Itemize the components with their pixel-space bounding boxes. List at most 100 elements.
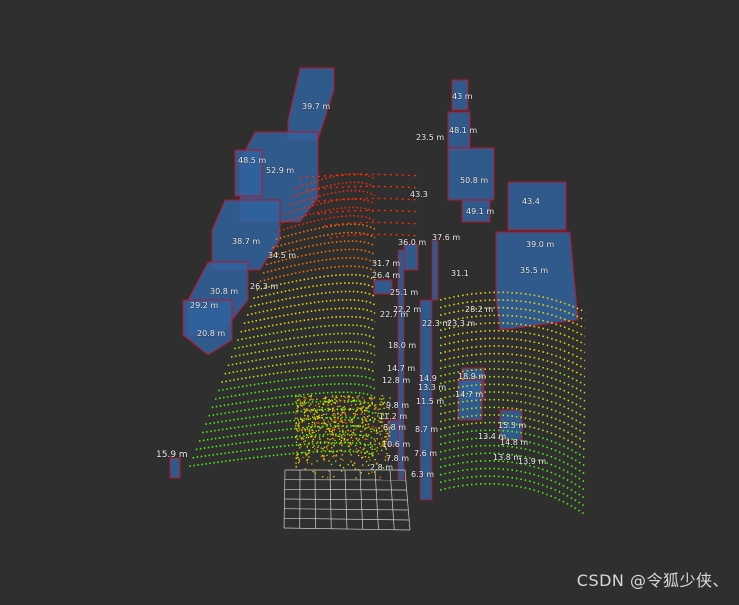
lidar-point — [314, 445, 315, 446]
lidar-point — [300, 419, 301, 420]
lidar-point — [304, 415, 305, 416]
distance-label: 15.3 m — [498, 421, 526, 430]
lidar-point — [328, 409, 329, 410]
distance-label: 26.3 m — [250, 282, 278, 291]
scan-ring — [193, 443, 375, 458]
lidar-point — [361, 452, 362, 453]
lidar-point — [317, 418, 318, 419]
lidar-point — [323, 436, 324, 437]
lidar-point — [368, 465, 369, 466]
lidar-point — [332, 432, 333, 433]
lidar-point — [344, 402, 345, 403]
bounding-box — [404, 244, 418, 270]
lidar-point — [327, 445, 328, 446]
scan-ring — [205, 409, 375, 424]
lidar-point — [350, 430, 351, 431]
distance-label: 20.8 m — [197, 329, 225, 338]
lidar-point — [370, 444, 371, 445]
lidar-point — [342, 460, 343, 461]
lidar-point — [341, 426, 342, 427]
lidar-point — [328, 421, 329, 422]
lidar-point — [326, 401, 327, 402]
lidar-point — [372, 417, 373, 418]
lidar-point — [340, 401, 341, 402]
pointcloud-viewport[interactable]: 39.7 m23.5 m43 m48.1 m48.5 m52.9 m50.8 m… — [0, 0, 739, 601]
scan-ring — [247, 300, 375, 315]
lidar-point — [367, 416, 368, 417]
lidar-point — [333, 402, 334, 403]
lidar-point — [306, 460, 307, 461]
lidar-point — [349, 435, 350, 436]
distance-label: 10.6 m — [382, 440, 410, 449]
lidar-point — [377, 409, 378, 410]
lidar-point — [309, 442, 310, 443]
lidar-point — [368, 426, 369, 427]
lidar-point — [312, 422, 313, 423]
lidar-point — [309, 399, 310, 400]
lidar-point — [356, 396, 357, 397]
lidar-point — [378, 428, 379, 429]
distance-label: 35.5 m — [520, 266, 548, 275]
lidar-point — [366, 434, 367, 435]
lidar-point — [299, 400, 300, 401]
lidar-point — [371, 431, 372, 432]
lidar-point — [340, 465, 341, 466]
lidar-point — [295, 413, 296, 414]
lidar-point — [323, 404, 324, 405]
lidar-point — [339, 436, 340, 437]
lidar-point — [297, 418, 298, 419]
lidar-point — [339, 450, 340, 451]
lidar-point — [351, 422, 352, 423]
lidar-point — [331, 400, 332, 401]
lidar-point — [346, 427, 347, 428]
lidar-point — [308, 450, 309, 451]
lidar-point — [316, 411, 317, 412]
lidar-point — [315, 437, 316, 438]
distance-label: 22.3 m — [422, 319, 450, 328]
lidar-point — [315, 419, 316, 420]
lidar-point — [368, 434, 369, 435]
lidar-point — [297, 408, 298, 409]
lidar-point — [358, 455, 359, 456]
lidar-point — [335, 414, 336, 415]
lidar-point — [354, 399, 355, 400]
lidar-point — [360, 403, 361, 404]
lidar-point — [377, 447, 378, 448]
lidar-point — [333, 413, 334, 414]
pointcloud-scene — [0, 0, 739, 601]
lidar-point — [298, 396, 299, 397]
lidar-point — [298, 454, 299, 455]
lidar-point — [341, 420, 342, 421]
lidar-point — [305, 397, 306, 398]
lidar-point — [316, 399, 317, 400]
scan-ring — [221, 367, 375, 382]
lidar-point — [376, 450, 377, 451]
lidar-point — [344, 438, 345, 439]
lidar-point — [302, 427, 303, 428]
lidar-point — [342, 432, 343, 433]
lidar-point — [377, 438, 378, 439]
lidar-point — [303, 404, 304, 405]
lidar-point — [332, 410, 333, 411]
lidar-point — [375, 408, 376, 409]
distance-label: 13.9 m — [518, 457, 546, 466]
lidar-point — [341, 396, 342, 397]
lidar-point — [372, 452, 373, 453]
distance-label: 6.3 m — [411, 470, 434, 479]
lidar-point — [352, 464, 353, 465]
lidar-point — [328, 470, 329, 471]
lidar-point — [341, 470, 342, 471]
grid-line — [285, 489, 407, 490]
lidar-point — [335, 435, 336, 436]
lidar-point — [299, 460, 300, 461]
lidar-point — [328, 402, 329, 403]
lidar-point — [358, 440, 359, 441]
lidar-point — [361, 410, 362, 411]
lidar-point — [368, 406, 369, 407]
lidar-point — [353, 413, 354, 414]
scan-ring — [196, 434, 375, 449]
lidar-point — [315, 473, 316, 474]
lidar-point — [297, 439, 298, 440]
lidar-point — [318, 445, 319, 446]
lidar-point — [327, 424, 328, 425]
